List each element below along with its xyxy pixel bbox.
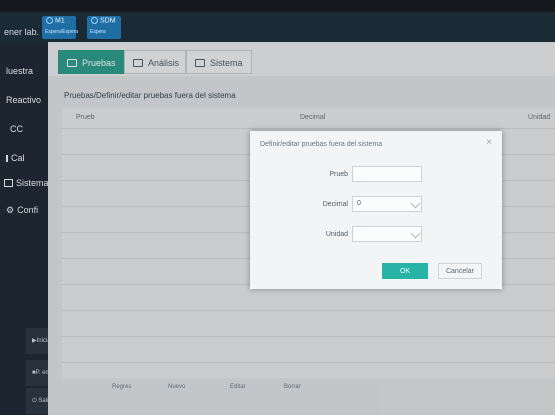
screen: ener lab. M1 Espera/Espera SDM Espera lu… [0,0,555,415]
close-icon[interactable]: × [486,137,492,148]
decimal-label: Decimal [322,201,348,208]
module-sdm-name: SDM [91,17,116,24]
top-bar: ener lab. M1 Espera/Espera SDM Espera [0,12,555,42]
prueba-label: Prueb [329,171,348,178]
ok-button[interactable]: OK [382,263,428,279]
sidebar-item-label: Sistema [16,178,49,188]
dialog-title: Definir/editar pruebas fuera del sistema [260,141,383,148]
sidebar-item-sistema[interactable]: Sistema [4,178,54,188]
module-m1-name: M1 [46,17,65,24]
decimal-value: 0 [357,200,361,207]
unidad-label: Unidad [325,231,348,238]
sidebar: luestra Reactivo CC Cal Sistema ⚙ Confi ▶… [0,42,66,415]
system-icon [4,179,13,187]
sidebar-item-label: CC [10,124,23,134]
module-sdm-status: Espera [90,29,106,35]
sidebar-item-label: luestra [6,66,34,76]
module-sdm-badge[interactable]: SDM Espera [87,16,121,39]
sidebar-item-label: Confi [17,205,39,215]
module-m1-status: Espera/Espera [45,29,79,35]
cal-icon [6,155,8,162]
prueba-input[interactable] [352,166,422,182]
module-m1-badge[interactable]: M1 Espera/Espera [42,16,79,39]
gear-icon: ⚙ [6,205,15,215]
cancel-button[interactable]: Cancelar [438,263,482,279]
app-title: ener lab. [4,27,40,37]
define-test-dialog: Definir/editar pruebas fuera del sistema… [250,131,502,289]
sidebar-item-label: Reactivo [6,95,42,105]
sidebar-item-label: Cal [11,153,25,163]
